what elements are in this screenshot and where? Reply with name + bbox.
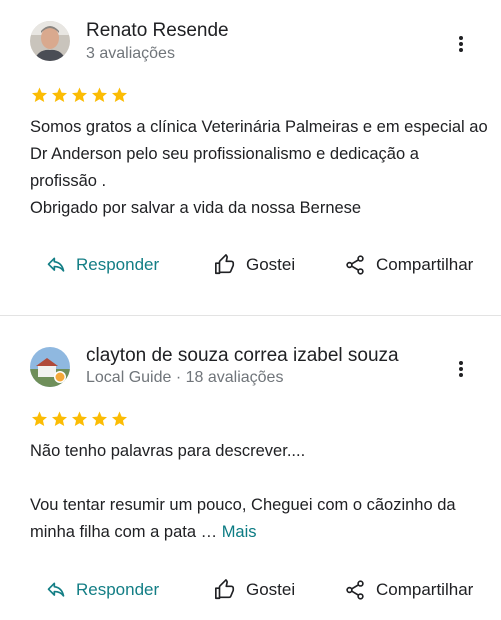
share-button[interactable]: Compartilhar (344, 250, 473, 280)
star-icon (112, 87, 127, 103)
star-rating (30, 410, 129, 428)
review-actions: Responder Gostei Compartilhar (0, 250, 501, 280)
reviewer-name[interactable]: clayton de souza correa izabel souza (86, 345, 399, 367)
share-button[interactable]: Compartilhar (344, 575, 473, 605)
like-button[interactable]: Gostei (214, 250, 295, 280)
star-icon (32, 411, 47, 427)
share-icon (346, 255, 364, 275)
reply-label: Responder (76, 255, 160, 274)
star-icon (52, 87, 67, 103)
star-icon (92, 411, 107, 427)
divider (0, 315, 501, 316)
share-icon (346, 580, 364, 600)
reviewer-meta: Local Guide · 18 avaliações (86, 369, 284, 386)
like-label: Gostei (246, 255, 296, 274)
reply-arrow-icon (47, 257, 65, 272)
reply-button[interactable]: Responder (46, 575, 159, 605)
star-icon (52, 411, 67, 427)
reply-button[interactable]: Responder (46, 250, 159, 280)
reviewer-meta: 3 avaliações (86, 45, 175, 62)
review-text: Não tenho palavras para descrever.... Vo… (30, 438, 490, 546)
star-icon (112, 411, 127, 427)
like-label: Gostei (246, 580, 296, 599)
reply-label: Responder (76, 580, 160, 599)
more-vert-icon[interactable] (450, 33, 472, 55)
thumbs-up-icon (215, 254, 235, 275)
like-button[interactable]: Gostei (214, 575, 295, 605)
review-text: Somos gratos a clínica Veterinária Palme… (30, 118, 488, 217)
star-rating (30, 86, 129, 104)
avatar[interactable] (30, 21, 70, 61)
avatar[interactable] (30, 347, 70, 387)
thumbs-up-icon (215, 579, 235, 600)
share-label: Compartilhar (376, 580, 474, 599)
review-actions: Responder Gostei Compartilhar (0, 575, 501, 605)
star-icon (72, 87, 87, 103)
reviewer-name[interactable]: Renato Resende (86, 20, 229, 42)
star-icon (32, 87, 47, 103)
reply-arrow-icon (47, 582, 65, 597)
star-icon (92, 87, 107, 103)
more-vert-icon[interactable] (450, 358, 472, 380)
share-label: Compartilhar (376, 255, 474, 274)
more-link[interactable]: Mais (222, 523, 257, 541)
star-icon (72, 411, 87, 427)
